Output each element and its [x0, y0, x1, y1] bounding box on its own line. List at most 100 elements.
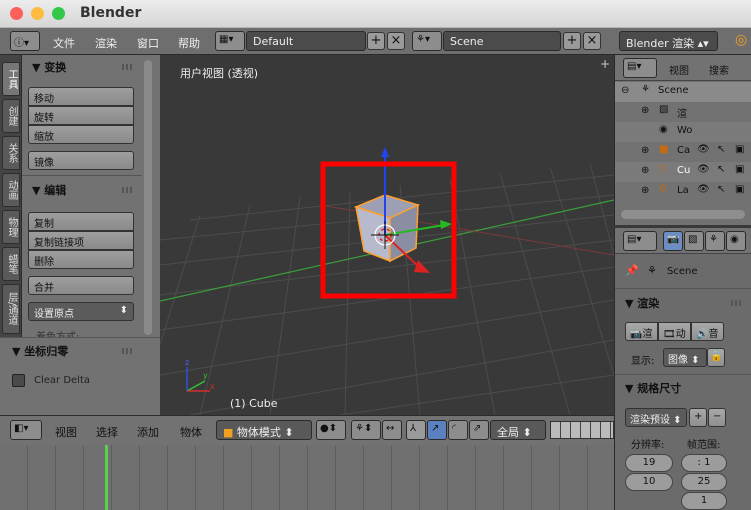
outliner-item-cube[interactable]: Cu	[677, 165, 690, 176]
expand-icon[interactable]: ⊕	[641, 185, 649, 196]
dimensions-panel-header[interactable]: ▼ 规格尺寸	[625, 380, 681, 396]
render-tab-icon[interactable]: 📷	[663, 231, 683, 251]
tab-layers[interactable]: 层/通道	[2, 284, 20, 334]
tab-create[interactable]: 创建	[2, 99, 20, 133]
tab-animation[interactable]: 动画	[2, 173, 20, 207]
add-preset-button[interactable]: +	[689, 408, 707, 427]
expand-icon[interactable]: ⊕	[641, 165, 649, 176]
shading-select-icon[interactable]: ●⬍	[316, 420, 346, 440]
transform-orientation-select[interactable]: 全局 ⬍	[490, 420, 546, 440]
outliner-item-render-layers[interactable]: 渲	[677, 105, 687, 120]
timeline[interactable]	[0, 445, 614, 510]
duplicate-button[interactable]: 复制	[28, 212, 134, 231]
menu-add[interactable]: 添加	[137, 424, 159, 440]
selectable-cursor-icon[interactable]: ↖	[717, 184, 725, 195]
render-animation-button[interactable]: 🎞动	[658, 322, 691, 341]
renderable-camera-icon[interactable]: ▣	[735, 164, 744, 175]
scene-tab-icon[interactable]: ⚘	[705, 231, 725, 251]
menu-file[interactable]: 文件	[53, 35, 75, 51]
editor-type-outliner-icon[interactable]: ▤▾	[623, 58, 657, 78]
add-layout-button[interactable]: +	[367, 32, 385, 50]
panel-drag-handle[interactable]	[122, 64, 134, 70]
scene-field[interactable]: Scene	[443, 31, 561, 51]
outliner-menu-view[interactable]: 视图	[669, 62, 689, 77]
selectable-cursor-icon[interactable]: ↖	[717, 144, 725, 155]
menu-object[interactable]: 物体	[180, 424, 202, 440]
add-scene-button[interactable]: +	[563, 32, 581, 50]
panel-drag-handle[interactable]	[122, 348, 134, 354]
3d-viewport[interactable]: z y x 用户视图 (透视) (1) Cube +	[160, 55, 614, 415]
frame-end-field[interactable]: 25	[681, 473, 727, 491]
remove-layout-button[interactable]: ×	[387, 32, 405, 50]
render-engine-select[interactable]: Blender 渲染 ▴▾	[619, 31, 718, 51]
editor-type-3d-icon[interactable]: ◧▾	[10, 420, 42, 440]
duplicate-linked-button[interactable]: 复制链接项	[28, 231, 134, 250]
panel-drag-handle[interactable]	[122, 187, 134, 193]
cube-object[interactable]	[353, 194, 421, 263]
remove-preset-button[interactable]: −	[708, 408, 726, 427]
join-button[interactable]: 合并	[28, 276, 134, 295]
world-tab-icon[interactable]: ◉	[726, 231, 746, 251]
layout-field[interactable]: Default	[246, 31, 366, 51]
rotate-manip-icon[interactable]: ◜	[448, 420, 468, 440]
move-button[interactable]: 移动	[28, 87, 134, 106]
lock-interface-icon[interactable]: 🔒	[707, 348, 725, 367]
menu-view[interactable]: 视图	[55, 424, 77, 440]
frame-start-field[interactable]: : 1	[681, 454, 727, 472]
tool-shelf-scrollbar[interactable]	[144, 60, 152, 335]
frame-step-field[interactable]: 1	[681, 492, 727, 510]
pin-icon[interactable]: 📌	[625, 264, 639, 277]
outliner-item-world[interactable]: Wo	[677, 125, 692, 136]
menu-window[interactable]: 窗口	[137, 35, 159, 51]
expand-icon[interactable]: ⊕	[641, 145, 649, 156]
current-frame-marker[interactable]	[105, 445, 108, 510]
screen-layout-icon[interactable]: ▦▾	[215, 31, 245, 51]
manipulator-toggle-icon[interactable]: ⅄	[406, 420, 426, 440]
menu-render[interactable]: 渲染	[95, 35, 117, 51]
expand-icon[interactable]: ⊕	[641, 105, 649, 116]
delete-button[interactable]: 删除	[28, 250, 134, 269]
outliner-item-scene[interactable]: Scene	[658, 85, 689, 96]
outliner-item-lamp[interactable]: La	[677, 185, 689, 196]
scale-manip-icon[interactable]: ⇗	[469, 420, 489, 440]
render-layers-tab-icon[interactable]: ▧	[684, 231, 704, 251]
resolution-y-field[interactable]: 10	[625, 473, 673, 491]
scene-icon[interactable]: ⚘▾	[412, 31, 442, 51]
outliner-menu-search[interactable]: 搜索	[709, 62, 729, 77]
rotate-button[interactable]: 旋转	[28, 106, 134, 125]
selectable-cursor-icon[interactable]: ↖	[717, 164, 725, 175]
menu-help[interactable]: 帮助	[178, 35, 200, 51]
display-select[interactable]: 图像 ⬍	[663, 348, 707, 367]
remove-scene-button[interactable]: ×	[583, 32, 601, 50]
clear-delta-checkbox[interactable]	[12, 374, 25, 387]
render-audio-button[interactable]: 🔊音	[691, 322, 724, 341]
translate-manip-icon[interactable]: ↗	[427, 420, 447, 440]
collapse-icon[interactable]: ⊖	[621, 85, 629, 96]
mode-select[interactable]: ■ 物体模式 ⬍	[216, 420, 312, 440]
transform-panel-header[interactable]: ▼ 变换	[32, 59, 66, 75]
edit-panel-header[interactable]: ▼ 编辑	[32, 182, 66, 198]
visibility-eye-icon[interactable]: 👁	[697, 144, 710, 155]
outliner-item-camera[interactable]: Ca	[677, 145, 690, 156]
menu-select[interactable]: 选择	[96, 424, 118, 440]
minimize-window-button[interactable]	[31, 7, 44, 20]
properties-toggle-icon[interactable]: +	[600, 57, 610, 71]
editor-type-info-icon[interactable]: ⓘ▾	[10, 31, 40, 51]
tab-grease-pencil[interactable]: 蜡笔	[2, 247, 20, 281]
render-panel-header[interactable]: ▼ 渲染	[625, 295, 659, 311]
renderable-camera-icon[interactable]: ▣	[735, 184, 744, 195]
set-origin-dropdown[interactable]: 设置原点 ⬍	[28, 302, 134, 321]
tab-physics[interactable]: 物理	[2, 210, 20, 244]
resolution-x-field[interactable]: 19	[625, 454, 673, 472]
tab-relations[interactable]: 关系	[2, 136, 20, 170]
outliner-h-scrollbar[interactable]	[621, 210, 745, 219]
maximize-window-button[interactable]	[52, 7, 65, 20]
orientation-toggle-icon[interactable]: ↔	[382, 420, 402, 440]
reset-panel-header[interactable]: ▼ 坐标归零	[12, 343, 68, 359]
scale-button[interactable]: 缩放	[28, 125, 134, 144]
layer-buttons[interactable]	[550, 421, 614, 439]
close-window-button[interactable]	[10, 7, 23, 20]
editor-type-properties-icon[interactable]: ▤▾	[623, 231, 657, 251]
mirror-button[interactable]: 镜像	[28, 151, 134, 170]
z-arrow-head[interactable]	[381, 147, 389, 157]
